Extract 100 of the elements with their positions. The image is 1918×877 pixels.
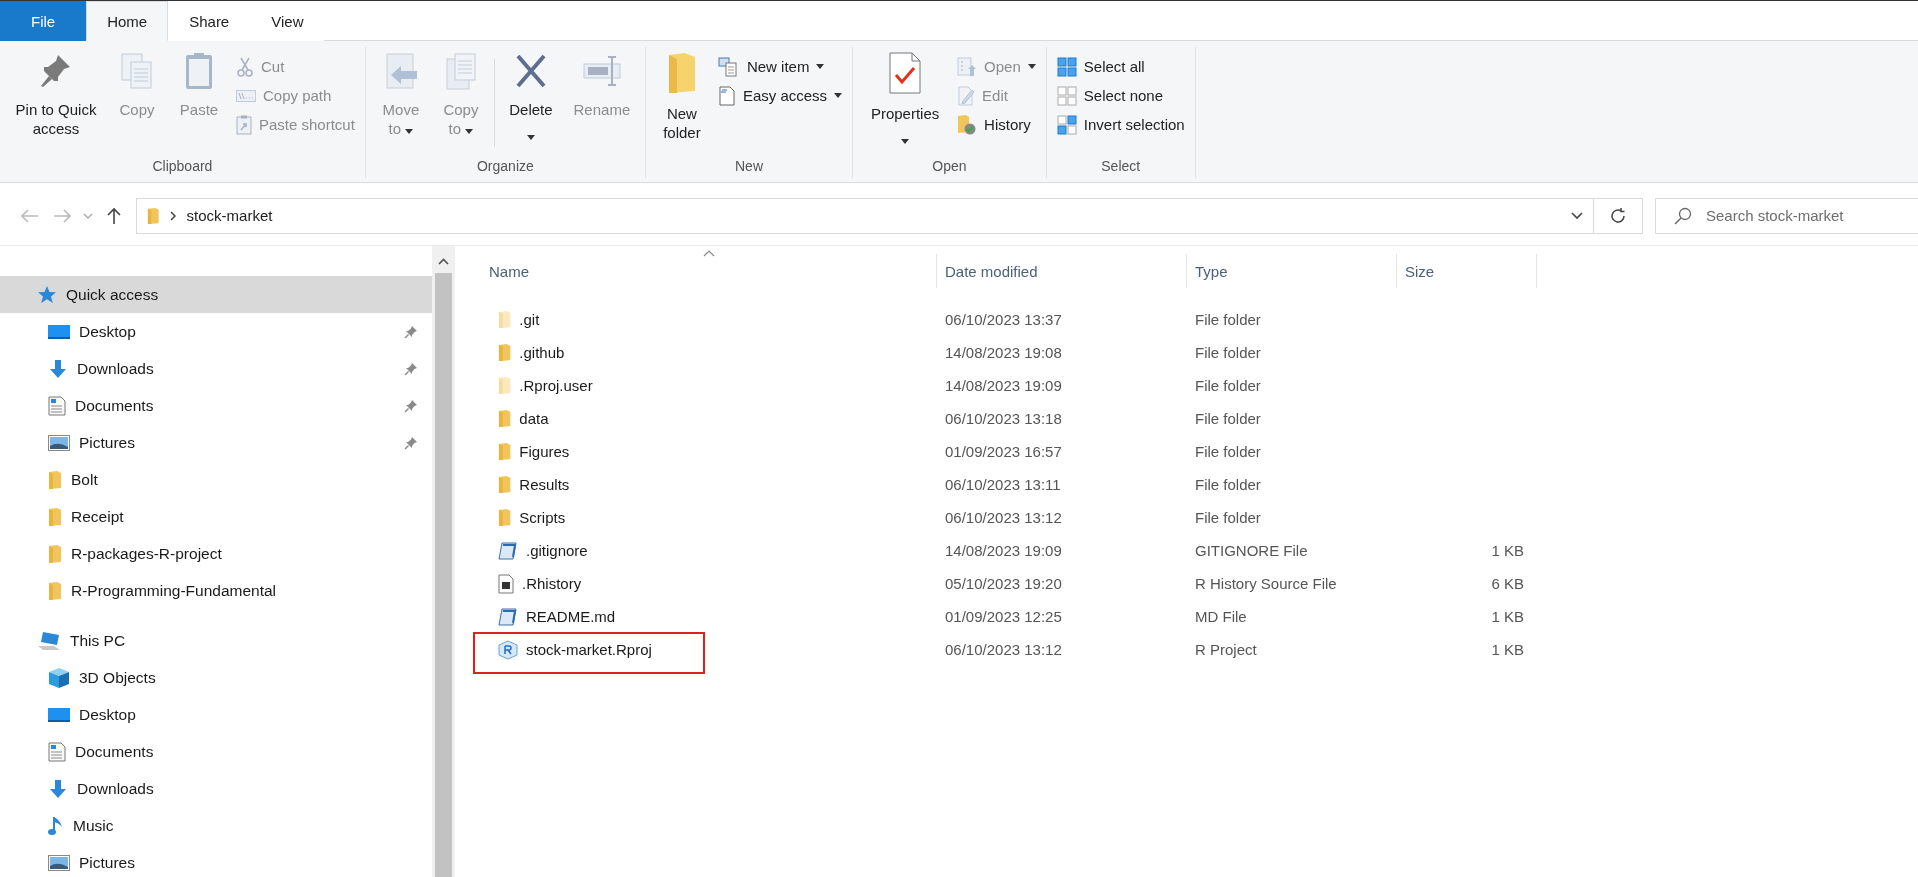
column-header[interactable]: Type [1187,254,1397,288]
picture-icon [48,434,70,451]
type-cell-text: File folder [1194,343,1262,363]
file-menu-tab[interactable]: File [0,1,87,41]
file-name[interactable]: Scripts [519,509,566,526]
column-header[interactable]: Date modified [937,254,1187,288]
scissors-icon [236,56,254,77]
refresh-button[interactable] [1594,197,1643,234]
left-arrow-icon [21,208,39,223]
select-none-icon [1056,85,1077,106]
nav-label: Music [73,816,114,835]
nav-label: Documents [75,742,154,761]
file-name[interactable]: .Rproj.user [519,377,593,394]
type-cell-text: GITIGNORE File [1194,541,1309,561]
file-name[interactable]: Figures [519,443,570,460]
download-icon [48,358,68,379]
ribbon-button[interactable]: New item [713,53,847,80]
nav-item[interactable]: Quick access [0,276,432,313]
select-all-icon [1056,56,1077,77]
nav-label: Pictures [79,433,135,452]
file-name[interactable]: data [519,410,549,427]
file-name[interactable]: .git [519,311,540,328]
file-name[interactable]: Results [519,476,570,493]
folder-icon [48,469,62,490]
document-icon [48,741,66,762]
scroll-up-icon [438,258,449,265]
ribbon-button[interactable]: Easy access [713,82,847,109]
group-label: Select [1100,158,1142,176]
right-arrow-icon [53,208,71,223]
folder-icon [147,206,160,225]
folder-icon [48,506,62,527]
nav-label: Desktop [79,705,136,724]
type-cell-text: MD File [1194,607,1248,627]
nav-item[interactable]: Downloads [0,770,432,807]
type-cell-text: File folder [1194,376,1262,396]
nav-item[interactable]: Music [0,807,432,844]
date-cell-text: 06/10/2023 13:12 [944,640,1063,660]
nav-item[interactable]: Documents [0,733,432,770]
file-name[interactable]: .github [519,344,565,361]
cube-icon [498,639,518,660]
type-cell-text: R Project [1194,640,1258,660]
new-item-icon [717,56,740,77]
date-cell-text: 06/10/2023 13:12 [944,508,1063,528]
ribbon-button[interactable]: Delete [498,47,563,148]
document-icon [498,573,514,594]
paste-shortcut-icon [236,114,252,135]
breadcrumb-item[interactable]: stock-market [186,207,273,224]
nav-item[interactable]: This PC [0,622,432,659]
nav-label: Receipt [71,507,124,526]
nav-item[interactable]: Desktop [0,696,432,733]
date-cell-text: 14/08/2023 19:08 [944,343,1063,363]
type-cell-text: R History Source File [1194,574,1338,594]
nav-item[interactable]: Receipt [0,498,432,535]
nav-item[interactable]: Pictures [0,844,432,877]
search-field[interactable]: Search stock-market [1655,197,1918,234]
file-name[interactable]: .Rhistory [522,575,582,592]
search-input[interactable]: Search stock-market [1704,206,1908,225]
nav-item[interactable]: Pictures [0,424,432,461]
scrollbar-thumb[interactable] [435,273,452,877]
date-cell-text: 14/08/2023 19:09 [944,376,1063,396]
ribbon-tab[interactable]: Home [86,1,169,41]
nav-item[interactable]: Documents [0,387,432,424]
column-header[interactable]: Name [481,254,937,288]
nav-item[interactable]: R-Programming-Fundamental [0,572,432,609]
nav-label: Downloads [77,359,154,378]
nav-item[interactable]: Downloads [0,350,432,387]
cube-icon [48,666,70,689]
ribbon-button[interactable]: Invert selection [1052,111,1189,138]
download-icon [48,778,68,799]
nav-item[interactable]: Desktop [0,313,432,350]
path-icon [236,89,256,102]
properties-icon [887,51,924,95]
up-arrow-icon [107,206,121,225]
chevron-down-icon [83,212,93,219]
ribbon-button[interactable]: Properties [859,47,952,152]
date-cell-text: 14/08/2023 19:09 [944,541,1063,561]
ribbon-button[interactable]: History [953,111,1040,138]
star-icon [37,284,57,305]
type-cell-text: File folder [1194,310,1262,330]
type-cell-text: File folder [1194,475,1262,495]
nav-item[interactable]: R-packages-R-project [0,535,432,572]
date-cell-text: 01/09/2023 16:57 [944,442,1063,462]
ribbon-button[interactable]: Select all [1052,53,1189,80]
nav-item[interactable]: Bolt [0,461,432,498]
ribbon-button[interactable]: New folder [651,47,712,146]
nav-item[interactable]: 3D Objects [0,659,432,696]
search-icon [1674,206,1692,225]
ribbon-button[interactable]: Pin to Quick access [6,47,106,142]
folder-icon [48,580,62,601]
column-header[interactable]: Size [1397,254,1537,288]
file-name[interactable]: .gitignore [526,542,588,559]
nav-label: Bolt [71,470,98,489]
address-bar[interactable]: stock-market [136,197,1594,234]
document-icon [48,395,66,416]
file-name[interactable]: README.md [526,608,616,625]
ribbon-button[interactable]: Select none [1052,82,1189,109]
refresh-icon [1609,206,1627,225]
dropdown-icon [1571,211,1583,220]
edit-icon [957,85,976,106]
file-name[interactable]: stock-market.Rproj [526,641,652,658]
